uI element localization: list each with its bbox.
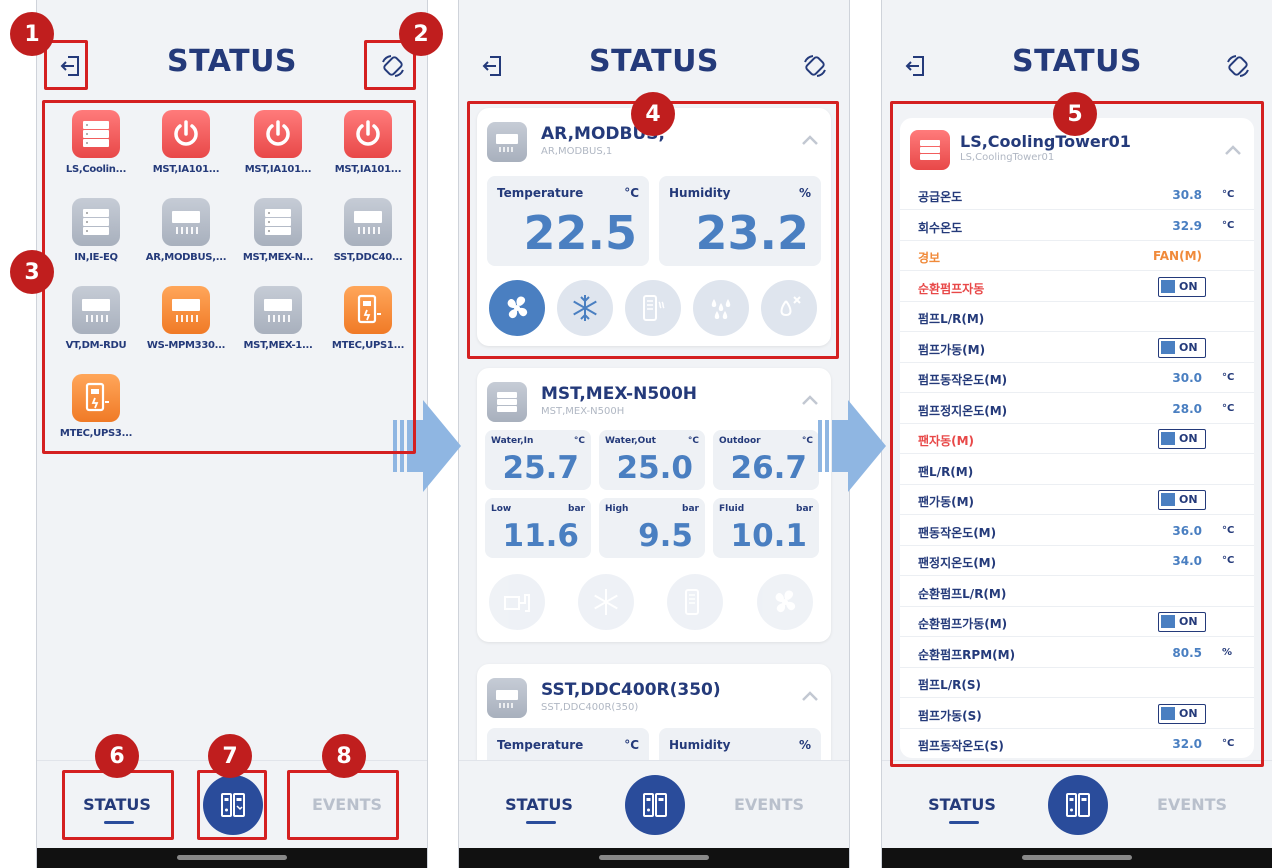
annotation-box-status-tab — [62, 770, 174, 840]
tab-status[interactable]: STATUS — [479, 795, 599, 814]
top-bar: STATUS — [882, 0, 1272, 100]
annotation-badge: 2 — [399, 12, 443, 56]
pump-icon — [489, 574, 545, 630]
home-indicator — [459, 848, 849, 868]
metric-box: Water,Out °C 25.0 — [599, 430, 705, 490]
fan-icon — [757, 574, 813, 630]
tab-events[interactable]: EVENTS — [709, 795, 829, 814]
annotation-box-fab — [197, 770, 267, 840]
metric-unit: bar — [568, 504, 585, 514]
page-title: STATUS — [588, 44, 720, 79]
heater-icon — [667, 574, 723, 630]
server-icon — [487, 382, 527, 422]
device-view-button[interactable] — [625, 775, 685, 835]
annotation-badge: 8 — [322, 734, 366, 778]
chevron-up-icon[interactable] — [801, 690, 819, 702]
device-name: SST,DDC400R(350) — [541, 680, 721, 700]
home-indicator — [882, 848, 1272, 868]
device-view-icon — [643, 793, 667, 817]
metric-label: High — [605, 504, 629, 514]
metric-box: Outdoor °C 26.7 — [713, 430, 819, 490]
annotation-badge: 5 — [1053, 92, 1097, 136]
device-view-icon — [1066, 793, 1090, 817]
metric-value: 26.7 — [730, 450, 808, 486]
metric-box: Fluid bar 10.1 — [713, 498, 819, 558]
annotation-badge: 6 — [95, 734, 139, 778]
tab-status[interactable]: STATUS — [902, 795, 1022, 814]
annotation-box-events-tab — [287, 770, 399, 840]
annotation-box-card — [467, 101, 839, 359]
active-tab-indicator — [526, 821, 556, 824]
metric-value: 11.6 — [502, 518, 580, 554]
metric-label: Low — [491, 504, 512, 514]
metric-value: 10.1 — [730, 518, 808, 554]
annotation-badge: 1 — [10, 12, 54, 56]
bottom-nav: STATUS EVENTS — [882, 760, 1272, 848]
metric-box: High bar 9.5 — [599, 498, 705, 558]
metric-label: Water,In — [491, 436, 534, 446]
tab-events[interactable]: EVENTS — [1132, 795, 1252, 814]
metric-value: 25.0 — [616, 450, 694, 486]
metric-label: Outdoor — [719, 436, 761, 446]
annotation-badge: 4 — [631, 92, 675, 136]
metric-label: Water,Out — [605, 436, 656, 446]
page-title: STATUS — [1011, 44, 1143, 79]
bottom-nav: STATUS EVENTS — [459, 760, 849, 848]
metric-box: Water,In °C 25.7 — [485, 430, 591, 490]
device-view-button[interactable] — [1048, 775, 1108, 835]
metric-label: Fluid — [719, 504, 745, 514]
device-id: MST,MEX-N500H — [541, 406, 625, 417]
device-name: MST,MEX-N500H — [541, 384, 698, 404]
metric-unit: °C — [573, 436, 585, 446]
metric-unit: bar — [682, 504, 699, 514]
chevron-up-icon[interactable] — [801, 394, 819, 406]
metric-unit: °C — [687, 436, 699, 446]
sync-icon[interactable] — [1224, 52, 1252, 80]
annotation-badge: 3 — [10, 250, 54, 294]
annotation-badge: 7 — [208, 734, 252, 778]
snowflake-icon — [578, 574, 634, 630]
top-bar: STATUS — [459, 0, 849, 100]
metric-unit: °C — [801, 436, 813, 446]
device-id: SST,DDC400R(350) — [541, 702, 639, 713]
active-tab-indicator — [949, 821, 979, 824]
device-card-mex[interactable]: MST,MEX-N500H MST,MEX-N500H Water,In °C 25… — [477, 368, 831, 642]
metric-value: 9.5 — [638, 518, 693, 554]
annotation-box-logout — [44, 40, 88, 90]
sync-icon[interactable] — [801, 52, 829, 80]
annotation-box-detail — [890, 101, 1264, 767]
home-indicator — [37, 848, 427, 868]
metric-unit: bar — [796, 504, 813, 514]
aircon-icon — [487, 678, 527, 718]
metric-box: Low bar 11.6 — [485, 498, 591, 558]
metric-value: 25.7 — [502, 450, 580, 486]
arrow-right-icon — [818, 400, 886, 492]
annotation-box-grid — [42, 100, 416, 454]
